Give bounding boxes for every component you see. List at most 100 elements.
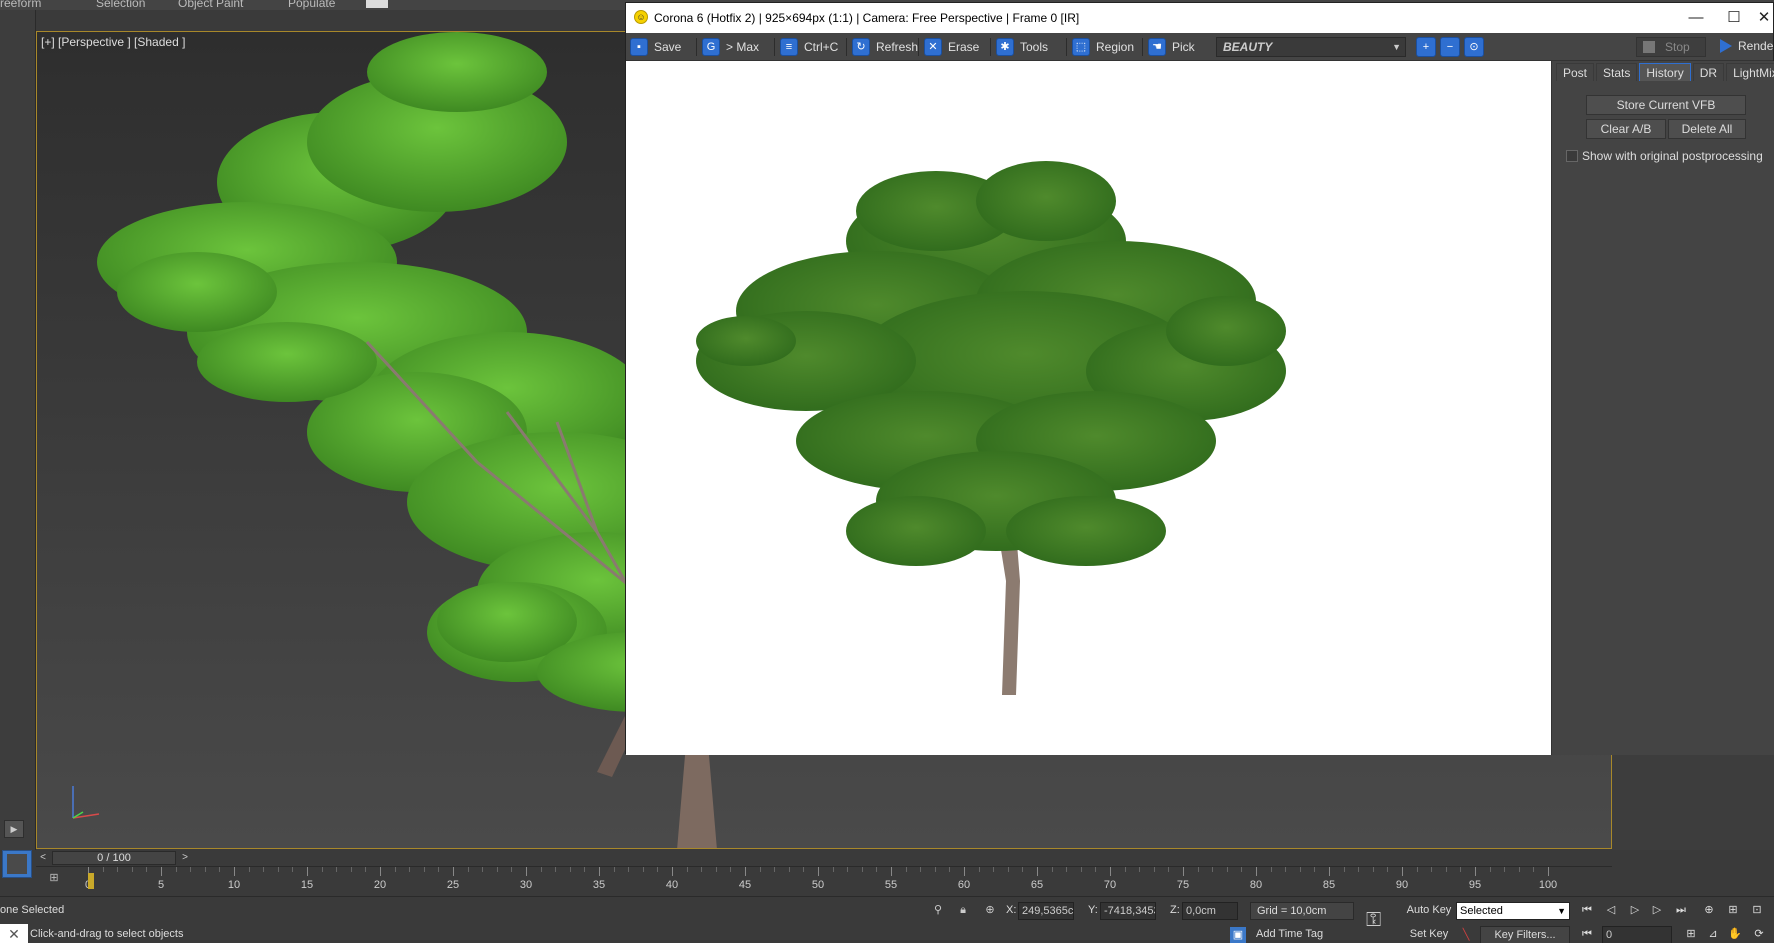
y-coordinate-field[interactable]: -7418,3453 [1100, 902, 1156, 920]
tab-history[interactable]: History [1639, 63, 1691, 81]
transform-mode-icon[interactable]: ⊕ [982, 902, 998, 918]
render-element-select[interactable]: BEAUTY ▼ [1216, 37, 1406, 57]
maxscript-icon[interactable]: ✕ [0, 924, 28, 943]
stop-button[interactable]: Stop [1636, 37, 1706, 57]
render-button[interactable]: Render [1716, 37, 1774, 57]
timeline-tick-label: 40 [665, 879, 679, 891]
pan-icon[interactable]: ✋ [1726, 926, 1744, 942]
time-slider-thumb[interactable]: 0 / 100 [52, 851, 176, 865]
tools-button[interactable]: ✱ Tools [996, 36, 1048, 58]
ribbon-tab-freeform[interactable]: reeform [0, 0, 41, 10]
status-bar: ✕ one Selected Click-and-drag to select … [0, 896, 1774, 943]
z-coordinate-field[interactable]: 0,0cm [1182, 902, 1238, 920]
erase-button[interactable]: ✕ Erase [924, 36, 979, 58]
time-slider[interactable]: < 0 / 100 > [36, 850, 1612, 866]
timeline-tick [234, 867, 235, 876]
lock-icon[interactable]: 🔒︎ [955, 902, 971, 918]
zoom-icon[interactable]: ⊕ [1700, 902, 1718, 918]
ribbon-camera-icon[interactable] [366, 0, 388, 8]
close-button[interactable]: ✕ [1744, 5, 1774, 31]
to-max-button[interactable]: G > Max [702, 36, 759, 58]
tab-dr[interactable]: DR [1692, 63, 1725, 81]
erase-icon: ✕ [924, 38, 942, 56]
timeline-tick [1299, 867, 1301, 872]
timeline-tick [1197, 867, 1199, 872]
time-config-icon[interactable]: ⊞ [1682, 926, 1700, 942]
timeline-tick [1007, 867, 1009, 872]
tab-lightmix[interactable]: LightMix [1726, 63, 1774, 81]
prev-frame-icon[interactable]: ◁ [1602, 902, 1620, 918]
show-original-postprocessing-checkbox[interactable]: Show with original postprocessing [1566, 149, 1763, 163]
ribbon-tab-populate[interactable]: Populate [288, 0, 335, 10]
time-next-button[interactable]: > [178, 851, 192, 865]
mini-listener[interactable] [2, 850, 32, 878]
copy-button[interactable]: ≡ Ctrl+C [780, 36, 838, 58]
timeline-tick [1139, 867, 1141, 872]
current-frame-field[interactable]: 0 [1602, 926, 1672, 943]
set-key-button[interactable]: Set Key [1404, 926, 1454, 943]
timeline[interactable]: ⊞ 05101520253035404550556065707580859095… [36, 866, 1612, 896]
timeline-tick [175, 867, 177, 872]
x-label: X: [1006, 904, 1017, 916]
orbit-icon[interactable]: ⟳ [1750, 926, 1768, 942]
timeline-tick [409, 867, 411, 872]
save-icon: ▪ [630, 38, 648, 56]
timeline-tick [1080, 867, 1082, 872]
rendered-tree [696, 161, 1286, 695]
render-canvas[interactable] [626, 61, 1551, 755]
zoom-extents-icon[interactable]: ⊞ [1724, 902, 1742, 918]
timeline-tick [686, 867, 688, 872]
field-of-view-icon[interactable]: ⊿ [1704, 926, 1722, 942]
tab-stats[interactable]: Stats [1596, 63, 1638, 81]
timeline-tick-label: 55 [884, 879, 898, 891]
timeline-tick [1285, 867, 1287, 872]
store-current-vfb-button[interactable]: Store Current VFB [1586, 95, 1746, 115]
key-filters-button[interactable]: Key Filters... [1480, 926, 1570, 943]
go-to-end-icon[interactable]: ⏭ [1672, 902, 1690, 918]
x-coordinate-field[interactable]: 249,5365cm [1018, 902, 1074, 920]
timeline-tick [277, 867, 279, 872]
zoom-out-icon[interactable]: − [1440, 37, 1460, 57]
region-button[interactable]: ⬚ Region [1072, 36, 1134, 58]
timeline-tick [949, 867, 951, 872]
ribbon-tab-object-paint[interactable]: Object Paint [178, 0, 243, 10]
pick-button[interactable]: ☚ Pick [1148, 36, 1195, 58]
checkbox-box[interactable] [1566, 150, 1578, 162]
timeline-config-icon[interactable]: ⊞ [44, 871, 64, 887]
tab-post[interactable]: Post [1556, 63, 1595, 81]
to-max-label: > Max [726, 40, 760, 54]
timeline-tick-label: 5 [157, 879, 165, 891]
go-to-start-icon[interactable]: ⏮ [1578, 902, 1596, 918]
time-prev-button[interactable]: < [36, 851, 50, 865]
auto-key-button[interactable]: Auto Key [1404, 902, 1454, 920]
max-icon: G [702, 38, 720, 56]
zoom-region-icon[interactable]: ⊡ [1748, 902, 1766, 918]
timeline-tick [964, 867, 965, 876]
current-frame-marker[interactable] [88, 873, 94, 889]
minimize-button[interactable]: — [1676, 5, 1716, 31]
pin-icon[interactable]: ⚲ [930, 902, 946, 918]
zoom-in-icon[interactable]: + [1416, 37, 1436, 57]
axis-gizmo-icon [72, 786, 100, 819]
timeline-tick [1518, 867, 1520, 872]
key-icon[interactable]: ⚿ [1366, 909, 1381, 932]
play-animation-icon[interactable]: ▷ [1626, 902, 1644, 918]
ribbon-tab-selection[interactable]: Selection [96, 0, 145, 10]
refresh-button[interactable]: ↻ Refresh [852, 36, 918, 58]
save-button[interactable]: ▪ Save [630, 36, 681, 58]
mini-listener-inner [7, 854, 27, 874]
add-time-tag-button[interactable]: Add Time Tag [1250, 926, 1354, 943]
key-mode-toggle-icon[interactable]: ⏮ [1578, 926, 1596, 942]
set-key-icon[interactable]: ╲ [1458, 927, 1474, 943]
render-element-value: BEAUTY [1223, 40, 1273, 54]
delete-all-button[interactable]: Delete All [1668, 119, 1746, 139]
timeline-tick [803, 867, 805, 872]
zoom-fit-icon[interactable]: ⊙ [1464, 37, 1484, 57]
play-icon[interactable]: ▶ [4, 820, 24, 838]
next-frame-icon[interactable]: ▷ [1648, 902, 1666, 918]
time-tag-icon[interactable]: ▣ [1230, 927, 1246, 943]
timeline-tick [920, 867, 922, 872]
key-mode-select[interactable]: Selected ▼ [1456, 902, 1570, 920]
vfb-titlebar[interactable]: ☺ Corona 6 (Hotfix 2) | 925×694px (1:1) … [626, 3, 1773, 33]
clear-ab-button[interactable]: Clear A/B [1586, 119, 1666, 139]
